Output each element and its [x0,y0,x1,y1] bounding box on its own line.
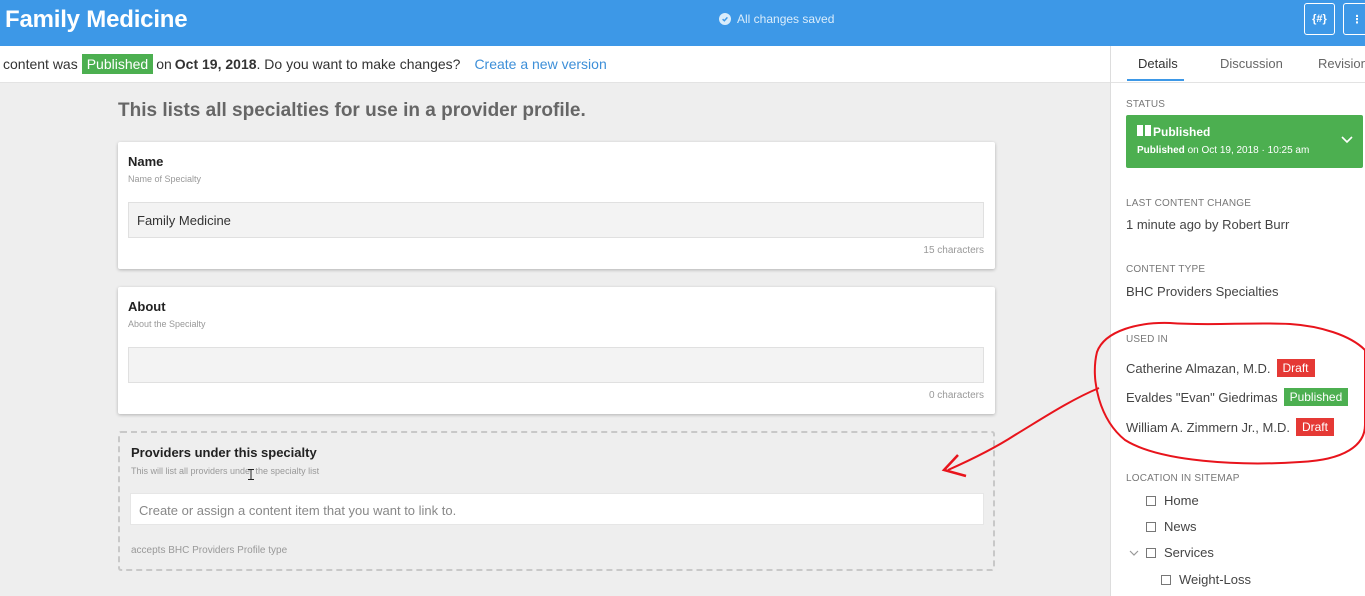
book-icon [1137,125,1151,136]
sitemap-node-label: News [1164,519,1197,534]
sitemap-node-label: Weight-Loss [1179,572,1252,587]
status-subtitle: Published on Oct 19, 2018 · 10:25 am [1137,145,1309,156]
used-in-name: Catherine Almazan, M.D. [1126,360,1271,376]
sitemap-node[interactable]: Weight-Loss [1161,572,1251,587]
create-new-version-link[interactable]: Create a new version [474,56,606,72]
more-options-button[interactable]: ⋮ [1343,3,1365,35]
check-circle-icon [719,13,731,25]
used-in-item[interactable]: Evaldes "Evan" Giedrimas Published [1126,388,1349,406]
header-bar: Family Medicine All changes saved {#} ⋮ [0,0,1365,46]
content-type-description: This lists all specialties for use in a … [118,100,586,121]
accepts-type-note: accepts BHC Providers Profile type [131,545,288,556]
sitemap-heading: LOCATION IN SITEMAP [1126,473,1240,484]
sitemap-node[interactable]: Services [1146,545,1214,560]
text-cursor-icon [248,469,254,480]
status-dropdown[interactable]: Published Published on Oct 19, 2018 · 10… [1126,115,1363,168]
page-title: Family Medicine [5,6,188,33]
chevron-down-icon[interactable] [1129,548,1139,558]
name-label: Name [128,154,164,169]
about-input[interactable] [128,347,984,383]
sitemap-node-label: Home [1164,493,1199,508]
save-status-text: All changes saved [737,12,835,26]
providers-label: Providers under this specialty [131,445,317,460]
chevron-down-icon [1341,136,1353,144]
checkbox[interactable] [1161,574,1171,585]
save-status: All changes saved [719,12,834,26]
used-in-name: William A. Zimmern Jr., M.D. [1126,419,1290,435]
providers-element: Providers under this specialty This will… [118,431,995,571]
content-editor: This lists all specialties for use in a … [0,83,1110,596]
about-label: About [128,299,166,314]
notice-question: . Do you want to make changes? [256,56,461,72]
name-hint: Name of Specialty [128,174,202,184]
status-title: Published [1153,125,1211,139]
sitemap-node-label: Services [1164,545,1214,560]
about-element: About About the Specialty 0 characters [118,287,995,414]
content-type-heading: CONTENT TYPE [1126,264,1206,275]
status-badge: Published [81,54,154,74]
name-element: Name Name of Specialty Family Medicine 1… [118,142,995,269]
sitemap-node[interactable]: News [1146,519,1197,534]
notice-prefix: content was [3,56,78,72]
status-sub-date: on Oct 19, 2018 · 10:25 am [1187,145,1310,156]
status-badge: Draft [1295,418,1334,436]
checkbox[interactable] [1146,547,1156,558]
status-badge: Published [1283,388,1349,406]
tab-discussion[interactable]: Discussion [1220,56,1283,71]
used-in-item[interactable]: William A. Zimmern Jr., M.D. Draft [1126,418,1334,436]
tab-details[interactable]: Details [1138,56,1178,71]
name-input[interactable]: Family Medicine [128,202,984,238]
active-tab-indicator [1127,79,1184,81]
published-notice: content was Published on Oct 19, 2018 . … [0,46,1110,83]
checkbox[interactable] [1146,495,1156,506]
last-change-value: 1 minute ago by Robert Burr [1126,217,1290,232]
used-in-heading: USED IN [1126,334,1168,345]
notice-on: on [156,56,172,72]
checkbox[interactable] [1146,521,1156,532]
status-heading: STATUS [1126,99,1166,110]
about-hint: About the Specialty [128,319,206,329]
sitemap-node[interactable]: Home [1146,493,1199,508]
last-change-heading: LAST CONTENT CHANGE [1126,198,1252,209]
status-sub-prefix: Published [1137,145,1185,156]
tab-revision[interactable]: Revision [1318,56,1365,71]
notice-date: Oct 19, 2018 [174,56,257,72]
linked-items-picker[interactable]: Create or assign a content item that you… [130,493,984,525]
content-type-value: BHC Providers Specialties [1126,284,1279,299]
used-in-name: Evaldes "Evan" Giedrimas [1126,389,1278,405]
code-view-button[interactable]: {#} [1304,3,1335,35]
name-char-count: 15 characters [923,245,984,256]
sidebar-tabs: Details Discussion Revision [1111,46,1365,83]
providers-hint: This will list all providers under the s… [131,466,320,476]
about-char-count: 0 characters [928,390,984,401]
details-sidebar: Details Discussion Revision STATUS Publi… [1110,46,1365,596]
status-badge: Draft [1276,359,1315,377]
used-in-item[interactable]: Catherine Almazan, M.D. Draft [1126,359,1315,377]
